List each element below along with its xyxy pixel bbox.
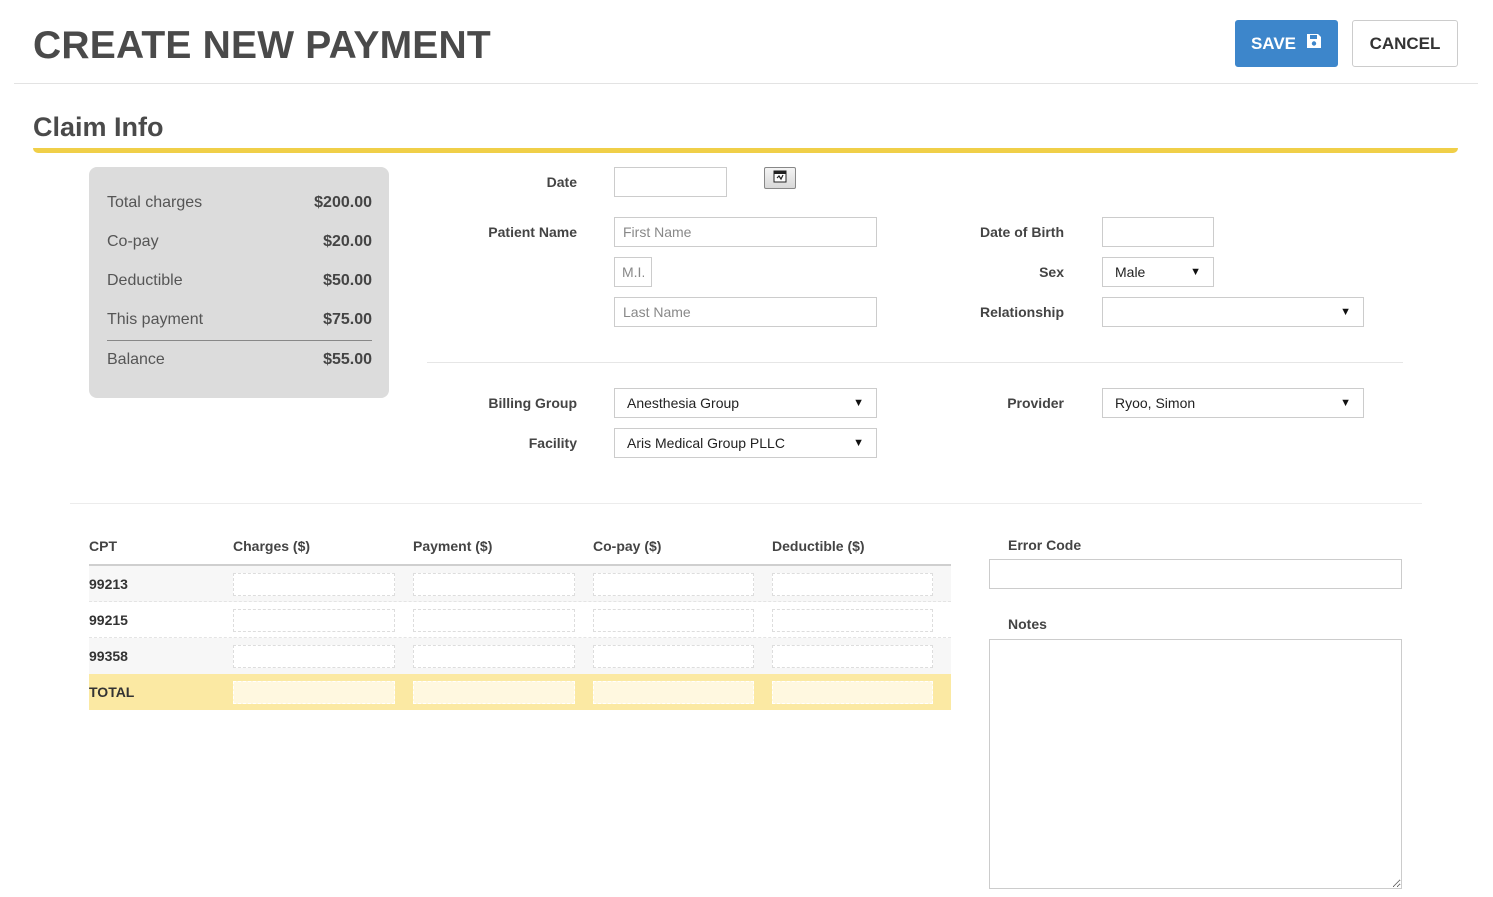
error-code-label: Error Code (1008, 537, 1082, 553)
cpt-code: 99215 (89, 612, 128, 628)
patient-name-label: Patient Name (488, 224, 577, 240)
sex-select-value: Male (1115, 264, 1146, 280)
summary-value: $55.00 (323, 351, 372, 368)
middle-initial-input[interactable] (614, 257, 652, 287)
copay-cell-input[interactable] (593, 573, 754, 596)
calendar-icon (773, 169, 787, 188)
floppy-disk-icon (1306, 33, 1322, 54)
provider-select-value: Ryoo, Simon (1115, 395, 1196, 411)
deductible-total-cell (772, 681, 933, 704)
save-button-label: SAVE (1250, 33, 1297, 53)
summary-label: Co-pay (107, 233, 159, 250)
payment-total-cell (413, 681, 575, 704)
summary-label: Deductible (107, 272, 183, 289)
caret-down-icon: ▼ (1190, 266, 1201, 278)
payment-cell-input[interactable] (413, 573, 575, 596)
column-header-charges: Charges ($) (233, 538, 311, 554)
section-underline (33, 148, 1458, 153)
cpt-code: 99358 (89, 648, 128, 664)
first-name-input[interactable] (614, 217, 877, 247)
summary-value: $75.00 (323, 311, 372, 328)
table-row: 99358 (89, 638, 951, 674)
copay-total-cell (593, 681, 754, 704)
total-label: TOTAL (89, 684, 135, 700)
dob-input[interactable] (1102, 217, 1214, 247)
notes-label: Notes (1008, 616, 1047, 632)
cpt-code: 99213 (89, 576, 128, 592)
caret-down-icon: ▼ (853, 437, 864, 449)
summary-row-balance: Balance $55.00 (107, 351, 372, 369)
facility-label: Facility (528, 435, 577, 451)
table-row: 99215 (89, 602, 951, 638)
copay-cell-input[interactable] (593, 609, 754, 632)
payment-cell-input[interactable] (413, 609, 575, 632)
header-divider (14, 83, 1478, 84)
section-divider (70, 503, 1422, 504)
summary-value: $200.00 (314, 194, 372, 211)
caret-down-icon: ▼ (1340, 306, 1351, 318)
date-label: Date (546, 174, 577, 190)
section-title: Claim Info (33, 112, 164, 142)
deductible-cell-input[interactable] (772, 573, 933, 596)
charges-total-cell (233, 681, 395, 704)
relationship-select[interactable]: ▼ (1102, 297, 1364, 327)
billing-group-select-value: Anesthesia Group (627, 395, 740, 411)
summary-row-total-charges: Total charges $200.00 (107, 194, 372, 212)
charges-cell-input[interactable] (233, 609, 395, 632)
column-header-copay: Co-pay ($) (593, 538, 662, 554)
column-header-deductible: Deductible ($) (772, 538, 865, 554)
facility-select-value: Aris Medical Group PLLC (627, 435, 785, 451)
relationship-label: Relationship (979, 304, 1064, 320)
payment-summary-box: Total charges $200.00 Co-pay $20.00 Dedu… (89, 167, 389, 398)
sex-select[interactable]: Male ▼ (1102, 257, 1214, 287)
summary-value: $20.00 (323, 233, 372, 250)
date-input[interactable] (614, 167, 727, 197)
table-row: 99213 (89, 566, 951, 602)
facility-select[interactable]: Aris Medical Group PLLC ▼ (614, 428, 877, 458)
table-total-row: TOTAL (89, 674, 951, 710)
sex-label: Sex (1039, 264, 1064, 280)
caret-down-icon: ▼ (853, 397, 864, 409)
provider-label: Provider (1007, 395, 1064, 411)
column-header-payment: Payment ($) (413, 538, 493, 554)
dob-label: Date of Birth (980, 224, 1064, 240)
cancel-button[interactable]: CANCEL (1352, 20, 1458, 67)
last-name-input[interactable] (614, 297, 877, 327)
summary-row-copay: Co-pay $20.00 (107, 233, 372, 251)
save-button[interactable]: SAVE (1235, 20, 1338, 67)
summary-label: Total charges (107, 194, 203, 211)
deductible-cell-input[interactable] (772, 609, 933, 632)
copay-cell-input[interactable] (593, 645, 754, 668)
calendar-button[interactable] (764, 167, 796, 189)
billing-group-label: Billing Group (488, 395, 577, 411)
summary-divider (107, 340, 372, 341)
provider-select[interactable]: Ryoo, Simon ▼ (1102, 388, 1364, 418)
summary-row-deductible: Deductible $50.00 (107, 272, 372, 290)
notes-textarea[interactable] (989, 639, 1402, 889)
caret-down-icon: ▼ (1340, 397, 1351, 409)
summary-value: $50.00 (323, 272, 372, 289)
column-header-cpt: CPT (89, 538, 117, 554)
payment-cell-input[interactable] (413, 645, 575, 668)
charges-cell-input[interactable] (233, 645, 395, 668)
deductible-cell-input[interactable] (772, 645, 933, 668)
page-title: CREATE NEW PAYMENT (33, 24, 491, 67)
charges-cell-input[interactable] (233, 573, 395, 596)
form-divider (427, 362, 1403, 363)
summary-row-this-payment: This payment $75.00 (107, 311, 372, 329)
summary-label: This payment (107, 311, 204, 328)
billing-group-select[interactable]: Anesthesia Group ▼ (614, 388, 877, 418)
error-code-input[interactable] (989, 559, 1402, 589)
summary-label: Balance (107, 351, 165, 368)
